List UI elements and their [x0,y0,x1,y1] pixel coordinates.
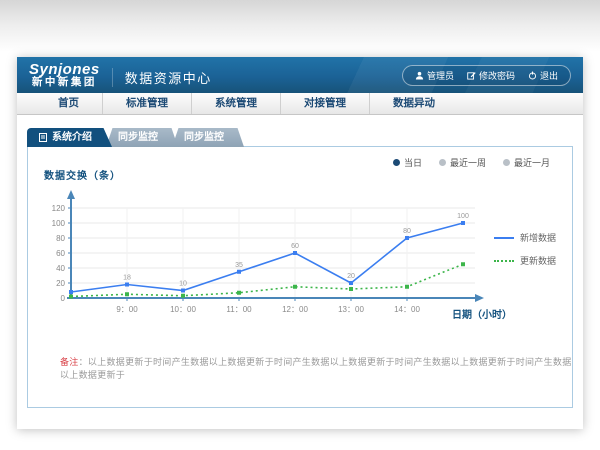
footnote: 备注：以上数据更新于时间产生数据以上数据更新于时间产生数据以上数据更新于时间产生… [60,355,572,381]
svg-text:20: 20 [347,273,355,280]
x-axis-title: 日期（小时） [452,306,512,321]
user-toolbar: 管理员 修改密码 退出 [402,65,571,86]
svg-text:80: 80 [403,228,411,235]
logout-button[interactable]: 退出 [528,69,558,82]
data-point-marker [181,289,185,293]
tab-sync-monitor-2[interactable]: 同步监控 [172,128,244,147]
data-point-marker [293,251,297,255]
svg-text:35: 35 [235,262,243,269]
chart-panel: 当日 最近一周 最近一月 数据交换（条） 0 20 40 60 80 100 120 9：00… [27,146,573,408]
data-point-marker [461,221,465,225]
logout-label: 退出 [540,69,558,82]
data-point-marker [349,281,353,285]
main-nav: 首页 标准管理 系统管理 对接管理 数据异动 [17,93,583,115]
app-header: Synjones 新中新集团 数据资源中心 管理员 修改密码 [17,57,583,93]
change-password-button[interactable]: 修改密码 [467,69,515,82]
data-point-marker [405,236,409,240]
legend-line-sample [494,260,514,262]
logo-brand-text: Synjones [29,62,100,78]
tab-label: 同步监控 [118,128,158,147]
app-window: Synjones 新中新集团 数据资源中心 管理员 修改密码 [17,57,583,429]
svg-text:0: 0 [61,294,66,303]
footnote-label: 备注 [60,357,79,367]
data-point-marker [405,285,409,289]
data-point-marker [69,295,73,299]
svg-text:9：00: 9：00 [116,305,138,314]
data-point-marker [125,292,129,296]
period-option-today[interactable]: 当日 [393,156,422,169]
svg-text:10: 10 [179,281,187,288]
tab-bar: 系统介绍 同步监控 同步监控 [27,128,583,147]
app-title: 数据资源中心 [112,68,212,87]
user-menu[interactable]: 管理员 [415,69,454,82]
legend-line-sample [494,237,514,239]
svg-text:100: 100 [52,219,66,228]
svg-text:60: 60 [291,243,299,250]
svg-text:60: 60 [56,249,65,258]
tab-sync-monitor-1[interactable]: 同步监控 [106,128,178,147]
page: Synjones 新中新集团 数据资源中心 管理员 修改密码 [0,0,600,450]
chart-legend: 新增数据 更新数据 [494,231,556,277]
change-password-label: 修改密码 [479,69,515,82]
period-option-last-week[interactable]: 最近一周 [439,156,486,169]
svg-text:18: 18 [123,275,131,282]
nav-item-system-mgmt[interactable]: 系统管理 [192,93,281,114]
svg-text:14：00: 14：00 [394,305,420,314]
document-icon [39,133,47,142]
tab-label: 同步监控 [184,128,224,147]
power-icon [528,71,537,80]
y-axis-title: 数据交换（条） [44,167,121,182]
period-option-last-month[interactable]: 最近一月 [503,156,550,169]
svg-text:11：00: 11：00 [226,305,252,314]
data-point-marker [237,291,241,295]
period-label: 当日 [404,156,422,169]
data-point-marker [125,283,129,287]
legend-label: 更新数据 [520,254,556,267]
page-background-strip [0,0,600,52]
logo-company-name: 新中新集团 [29,77,100,88]
tab-label: 系统介绍 [52,128,92,147]
nav-item-home[interactable]: 首页 [35,93,103,114]
svg-text:20: 20 [56,279,65,288]
user-icon [415,71,424,80]
nav-item-standard-mgmt[interactable]: 标准管理 [103,93,192,114]
data-point-marker [461,262,465,266]
user-label: 管理员 [427,69,454,82]
footnote-text: ：以上数据更新于时间产生数据以上数据更新于时间产生数据以上数据更新于时间产生数据… [60,357,572,380]
nav-item-data-change[interactable]: 数据异动 [370,93,458,114]
svg-text:13：00: 13：00 [338,305,364,314]
svg-text:100: 100 [457,213,469,220]
radio-icon [393,159,400,166]
period-label: 最近一月 [514,156,550,169]
radio-icon [503,159,510,166]
data-point-marker [349,287,353,291]
nav-item-integration-mgmt[interactable]: 对接管理 [281,93,370,114]
tab-system-intro[interactable]: 系统介绍 [27,128,112,147]
svg-text:12：00: 12：00 [282,305,308,314]
line-chart: 0 20 40 60 80 100 120 9：00 10：00 11：00 12：00 13：00 1… [42,185,502,325]
legend-item-update-data[interactable]: 更新数据 [494,254,556,267]
data-point-marker [237,270,241,274]
data-point-marker [69,290,73,294]
edit-icon [467,71,476,80]
legend-label: 新增数据 [520,231,556,244]
legend-item-new-data[interactable]: 新增数据 [494,231,556,244]
data-point-marker [181,294,185,298]
data-point-marker [293,285,297,289]
period-label: 最近一周 [450,156,486,169]
svg-text:80: 80 [56,234,65,243]
period-radio-group: 当日 最近一周 最近一月 [393,156,550,169]
svg-text:40: 40 [56,264,65,273]
company-logo: Synjones 新中新集团 [29,62,100,89]
svg-text:10：00: 10：00 [170,305,196,314]
svg-text:120: 120 [52,204,66,213]
radio-icon [439,159,446,166]
